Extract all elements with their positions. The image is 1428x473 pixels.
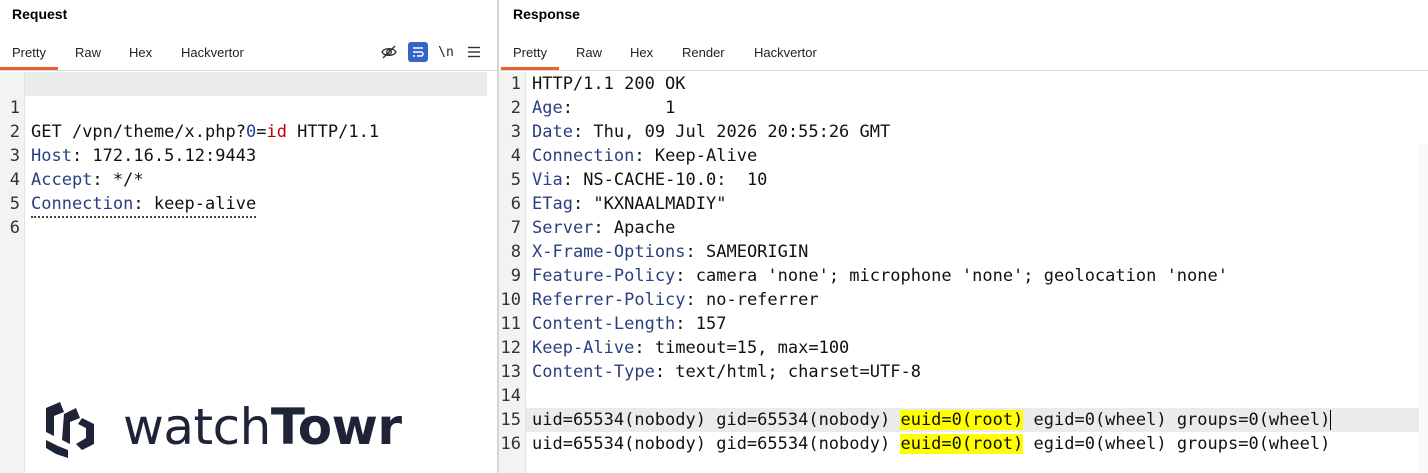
request-title: Request bbox=[12, 6, 68, 22]
header-name: Server bbox=[532, 218, 594, 238]
response-tab-pretty[interactable]: Pretty bbox=[501, 45, 559, 70]
line-number: 13 bbox=[500, 362, 521, 382]
watchtowr-logo-mark bbox=[46, 402, 94, 458]
text-caret bbox=[1330, 410, 1332, 430]
line-number: 9 bbox=[510, 266, 521, 286]
body-text: egid=0(wheel) groups=0(wheel) bbox=[1023, 434, 1331, 454]
header-name: Content-Length bbox=[532, 314, 676, 334]
request-tab-pretty[interactable]: Pretty bbox=[0, 45, 58, 70]
response-scrollbar[interactable] bbox=[1419, 144, 1428, 473]
line-number: 12 bbox=[500, 338, 521, 358]
response-line: 13 Content-Type: text/html; charset=UTF-8 bbox=[499, 360, 1428, 384]
eye-off-icon[interactable] bbox=[379, 42, 399, 62]
request-line: 2 Host: 172.16.5.12:9443 bbox=[0, 96, 497, 166]
response-editor[interactable]: 1 HTTP/1.1 200 OK 2 Age: 1 3 Date: Thu, 09 … bbox=[499, 72, 1428, 473]
response-tab-divider bbox=[499, 70, 1428, 71]
line-number: 6 bbox=[510, 194, 521, 214]
response-line: 10 Referrer-Policy: no-referrer bbox=[499, 288, 1428, 312]
response-tabs: Pretty Raw Hex Render Hackvertor bbox=[499, 40, 1428, 70]
request-line: 6 bbox=[0, 192, 497, 238]
line-number: 10 bbox=[500, 290, 521, 310]
response-tab-raw[interactable]: Raw bbox=[576, 45, 602, 60]
response-line: 9 Feature-Policy: camera 'none'; micropho… bbox=[499, 264, 1428, 288]
response-tab-hex[interactable]: Hex bbox=[630, 45, 653, 60]
response-line: 11 Content-Length: 157 bbox=[499, 312, 1428, 336]
request-tab-hex[interactable]: Hex bbox=[129, 45, 152, 60]
header-name: Age bbox=[532, 98, 563, 118]
request-tab-raw[interactable]: Raw bbox=[75, 45, 101, 60]
header-name: Referrer-Policy bbox=[532, 290, 686, 310]
response-line: 4 Connection: Keep-Alive bbox=[499, 144, 1428, 168]
response-tab-hackvertor[interactable]: Hackvertor bbox=[754, 45, 817, 60]
request-pane: Request Pretty Raw Hex Hackvertor \n 1 G… bbox=[0, 0, 497, 473]
header-value: : timeout=15, max=100 bbox=[634, 338, 850, 358]
body-text: egid=0(wheel) groups=0(wheel) bbox=[1023, 410, 1331, 430]
line-number: 5 bbox=[510, 170, 521, 190]
response-line: 8 X-Frame-Options: SAMEORIGIN bbox=[499, 240, 1428, 264]
header-value: : Thu, 09 Jul 2026 20:55:26 GMT bbox=[572, 122, 891, 142]
header-name: Connection bbox=[532, 146, 635, 166]
request-line: 1 GET /vpn/theme/x.php?0=id HTTP/1.1 bbox=[0, 72, 497, 142]
response-title: Response bbox=[513, 6, 580, 22]
body-text: uid=65534(nobody) gid=65534(nobody) bbox=[532, 434, 901, 454]
response-line: 14 bbox=[499, 384, 1428, 408]
response-line: 15 uid=65534(nobody) gid=65534(nobody) eu… bbox=[499, 408, 1428, 432]
wrap-icon[interactable] bbox=[408, 42, 428, 62]
header-name: Via bbox=[532, 170, 563, 190]
request-line: 3 Accept: */* bbox=[0, 120, 497, 190]
response-pane: Response Pretty Raw Hex Render Hackverto… bbox=[499, 0, 1428, 473]
newline-icon[interactable]: \n bbox=[436, 42, 456, 62]
line-number: 16 bbox=[500, 434, 521, 454]
header-value: : Apache bbox=[593, 218, 676, 238]
response-line: 3 Date: Thu, 09 Jul 2026 20:55:26 GMT bbox=[499, 120, 1428, 144]
logo-text-bold: Towr bbox=[270, 398, 402, 456]
header-value: : text/html; charset=UTF-8 bbox=[654, 362, 921, 382]
response-line: 16 uid=65534(nobody) gid=65534(nobody) eu… bbox=[499, 432, 1428, 456]
header-value: : no-referrer bbox=[685, 290, 819, 310]
response-line: 5 Via: NS-CACHE-10.0: 10 bbox=[499, 168, 1428, 192]
line-number: 14 bbox=[500, 386, 521, 406]
line-number: 8 bbox=[510, 242, 521, 262]
request-tab-divider bbox=[0, 70, 497, 71]
request-toolbar: \n bbox=[379, 42, 489, 62]
response-line: 12 Keep-Alive: timeout=15, max=100 bbox=[499, 336, 1428, 360]
response-tab-render[interactable]: Render bbox=[682, 45, 725, 60]
highlighted-euid: euid=0(root) bbox=[900, 410, 1024, 430]
menu-icon[interactable] bbox=[464, 42, 484, 62]
header-name: Feature-Policy bbox=[532, 266, 676, 286]
line-number: 7 bbox=[510, 218, 521, 238]
header-value: : Keep-Alive bbox=[634, 146, 758, 166]
request-line: 4 Connection: keep-alive bbox=[0, 144, 497, 218]
header-name: X-Frame-Options bbox=[532, 242, 686, 262]
header-value: : 157 bbox=[675, 314, 727, 334]
header-name: Keep-Alive bbox=[532, 338, 635, 358]
logo-text-light: watch bbox=[123, 398, 271, 456]
line-number: 6 bbox=[9, 218, 20, 238]
header-value: : "KXNAALMADIY" bbox=[572, 194, 727, 214]
request-tab-hackvertor[interactable]: Hackvertor bbox=[181, 45, 244, 60]
header-value: : NS-CACHE-10.0: 10 bbox=[562, 170, 768, 190]
header-name: ETag bbox=[532, 194, 573, 214]
line-number: 4 bbox=[510, 146, 521, 166]
line-number: 11 bbox=[500, 314, 521, 334]
header-value: : camera 'none'; microphone 'none'; geol… bbox=[675, 266, 1228, 286]
header-value: : 1 bbox=[562, 98, 676, 118]
response-line: 1 HTTP/1.1 200 OK bbox=[499, 72, 1428, 96]
response-line: 6 ETag: "KXNAALMADIY" bbox=[499, 192, 1428, 216]
header-value: : SAMEORIGIN bbox=[685, 242, 809, 262]
line-number: 15 bbox=[500, 410, 521, 430]
line-number: 1 bbox=[510, 74, 521, 94]
line-number: 2 bbox=[510, 98, 521, 118]
request-line: 5 bbox=[0, 168, 497, 214]
response-line: 2 Age: 1 bbox=[499, 96, 1428, 120]
status-line: HTTP/1.1 200 OK bbox=[532, 74, 686, 94]
header-name: Content-Type bbox=[532, 362, 655, 382]
highlighted-euid: euid=0(root) bbox=[900, 434, 1024, 454]
watchtowr-logo: watchTowr bbox=[38, 398, 402, 462]
watchtowr-wordmark: watchTowr bbox=[123, 398, 402, 456]
header-name: Date bbox=[532, 122, 573, 142]
body-text: uid=65534(nobody) gid=65534(nobody) bbox=[532, 410, 901, 430]
response-line: 7 Server: Apache bbox=[499, 216, 1428, 240]
line-number: 3 bbox=[510, 122, 521, 142]
